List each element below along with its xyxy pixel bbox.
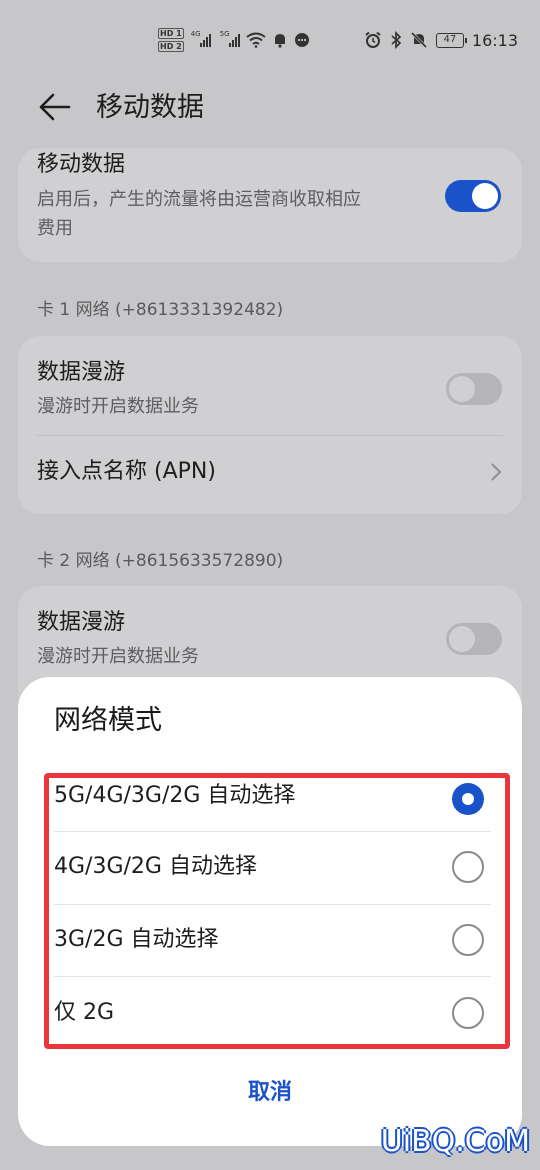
sim1-roaming-description: 漫游时开启数据业务 bbox=[37, 396, 199, 417]
page-title: 移动数据 bbox=[96, 92, 204, 123]
status-bar: HD 1 HD 2 4G 5G 47 16:13 bbox=[0, 0, 540, 80]
mobile-data-card[interactable]: 移动数据 启用后，产生的流量将由运营商收取相应 费用 bbox=[18, 148, 522, 262]
option-label: 4G/3G/2G 自动选择 bbox=[54, 854, 257, 879]
radio-unselected-icon[interactable] bbox=[452, 851, 484, 883]
mobile-data-title: 移动数据 bbox=[37, 152, 126, 177]
status-right-group: 47 16:13 bbox=[364, 28, 518, 52]
battery-icon: 47 bbox=[435, 32, 467, 48]
mobile-data-description-line1: 启用后，产生的流量将由运营商收取相应 bbox=[37, 189, 361, 210]
sim1-section-label: 卡 1 网络 (+8613331392482) bbox=[37, 300, 284, 320]
sim1-divider bbox=[37, 435, 503, 436]
notification-bell-icon bbox=[274, 34, 285, 48]
mobile-data-description-line2: 费用 bbox=[37, 218, 73, 239]
mobile-data-toggle[interactable] bbox=[445, 180, 501, 212]
sim2-network-type: 5G bbox=[219, 30, 230, 38]
option-3g-auto[interactable]: 3G/2G 自动选择 bbox=[49, 924, 505, 996]
hd1-badge: HD 1 bbox=[158, 28, 184, 39]
sim1-network-type: 4G bbox=[190, 30, 201, 38]
option-divider bbox=[54, 904, 491, 905]
network-mode-options: 5G/4G/3G/2G 自动选择 4G/3G/2G 自动选择 3G/2G 自动选… bbox=[44, 773, 510, 1049]
status-left-group: HD 1 HD 2 4G 5G bbox=[158, 26, 310, 54]
hd2-badge: HD 2 bbox=[158, 41, 184, 52]
sim1-roaming-title: 数据漫游 bbox=[37, 360, 126, 385]
sim2-roaming-toggle[interactable] bbox=[446, 623, 502, 655]
radio-unselected-icon[interactable] bbox=[452, 924, 484, 956]
cancel-button[interactable]: 取消 bbox=[18, 1073, 522, 1113]
sim2-section-label: 卡 2 网络 (+8615633572890) bbox=[37, 551, 284, 571]
sim1-card: 数据漫游 漫游时开启数据业务 接入点名称 (APN) bbox=[18, 336, 522, 514]
chevron-right-icon bbox=[491, 463, 502, 481]
network-mode-dialog: 网络模式 5G/4G/3G/2G 自动选择 4G/3G/2G 自动选择 3G/2… bbox=[18, 677, 522, 1146]
message-icon bbox=[294, 33, 309, 47]
dialog-title: 网络模式 bbox=[54, 705, 162, 736]
back-arrow-icon[interactable] bbox=[38, 90, 72, 124]
clock: 16:13 bbox=[471, 30, 518, 50]
sim1-apn-label[interactable]: 接入点名称 (APN) bbox=[37, 457, 216, 487]
option-label: 5G/4G/3G/2G 自动选择 bbox=[54, 783, 296, 808]
site-watermark: UiBQ.CoM bbox=[380, 1124, 530, 1159]
sim2-roaming-title: 数据漫游 bbox=[37, 610, 126, 635]
wifi-icon bbox=[246, 32, 266, 48]
option-label: 3G/2G 自动选择 bbox=[54, 927, 219, 952]
option-2g-only[interactable]: 仅 2G bbox=[49, 997, 505, 1069]
mute-icon bbox=[410, 31, 427, 49]
page-header: 移动数据 bbox=[0, 80, 540, 140]
option-label: 仅 2G bbox=[54, 1000, 115, 1025]
sim1-signal-icon: 4G bbox=[191, 30, 211, 47]
alarm-icon bbox=[365, 31, 381, 48]
sim1-roaming-toggle[interactable] bbox=[446, 373, 502, 405]
hd-indicators: HD 1 HD 2 bbox=[158, 28, 184, 52]
radio-selected-icon[interactable] bbox=[452, 783, 484, 815]
option-5g-auto[interactable]: 5G/4G/3G/2G 自动选择 bbox=[49, 778, 505, 850]
bluetooth-icon bbox=[391, 31, 402, 49]
option-divider bbox=[54, 831, 491, 832]
option-4g-auto[interactable]: 4G/3G/2G 自动选择 bbox=[49, 851, 505, 923]
option-divider bbox=[54, 976, 491, 977]
sim2-roaming-description: 漫游时开启数据业务 bbox=[37, 646, 199, 667]
sim2-signal-icon: 5G bbox=[220, 30, 240, 47]
radio-unselected-icon[interactable] bbox=[452, 997, 484, 1029]
